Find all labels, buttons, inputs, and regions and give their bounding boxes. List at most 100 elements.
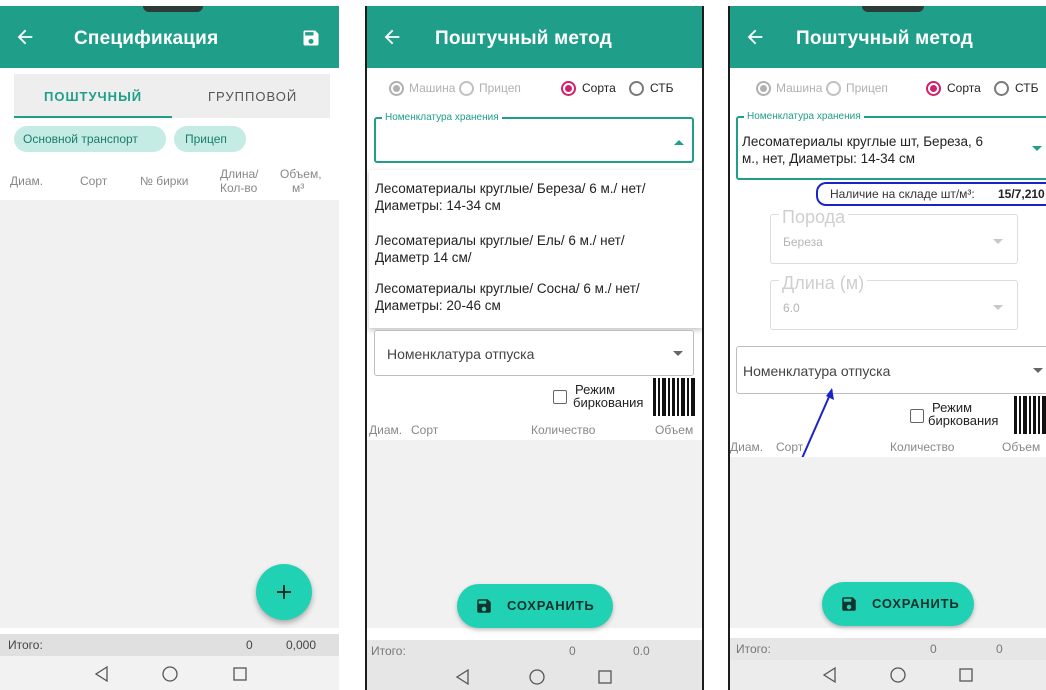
value-line: Лесоматериалы круглые шт, Береза, 6 [742, 134, 983, 149]
screen-specification: Спецификация ПОШТУЧНЫЙ ГРУППОВОЙ Основно… [0, 6, 339, 690]
tagging-mode-line: биркования [928, 413, 999, 428]
chip-main-transport[interactable]: Основной транспорт [14, 126, 166, 152]
radio-stb[interactable] [994, 81, 1009, 96]
totals-label: Итого: [8, 638, 43, 652]
stock-highlight: Наличие на складе шт/м³: 15/7,210 [816, 182, 1046, 206]
totals-label: Итого: [371, 644, 406, 658]
option-line: Лесоматериалы круглые/ Сосна/ 6 м./ нет/ [375, 281, 640, 296]
option-pine[interactable]: Лесоматериалы круглые/ Сосна/ 6 м./ нет/… [375, 280, 640, 314]
column-sort: Сорт [80, 174, 108, 188]
breed-value: Береза [783, 235, 823, 249]
back-arrow-icon[interactable] [744, 26, 766, 48]
nav-recents-icon[interactable] [595, 667, 615, 687]
column-diameter: Диам. [730, 440, 764, 454]
nav-home-icon[interactable] [527, 667, 547, 687]
radio-trailer[interactable] [459, 81, 474, 96]
radio-stb-label: СТБ [650, 81, 674, 95]
nav-recents-icon[interactable] [230, 664, 250, 684]
storage-options-list: Лесоматериалы круглые/ Береза/ 6 м./ нет… [369, 170, 702, 328]
column-volume-unit: м³ [292, 181, 305, 195]
dropdown-arrow-icon [1033, 368, 1043, 373]
stock-label: Наличие на складе шт/м³: [830, 187, 975, 201]
stock-value: 15/7,210 [998, 187, 1045, 201]
app-bar: Поштучный метод [730, 6, 1046, 68]
dropdown-arrow-icon [993, 239, 1003, 244]
column-quantity: Количество [531, 423, 596, 437]
column-volume: Объем [655, 423, 694, 437]
column-volume: Объем [1002, 440, 1041, 454]
length-field[interactable]: Длина (м) 6.0 [770, 273, 1018, 330]
tagging-mode-checkbox[interactable] [553, 390, 567, 404]
tagging-mode-label: Режим биркования [928, 401, 998, 427]
totals-volume: 0,000 [286, 638, 317, 652]
tab-indicator [14, 116, 172, 118]
tab-group[interactable]: ГРУППОВОЙ [172, 74, 330, 118]
save-label: СОХРАНИТЬ [872, 596, 960, 611]
storage-nomenclature-select[interactable]: Номенклатура хранения Лесоматериалы круг… [736, 111, 1046, 180]
page-title: Поштучный метод [435, 28, 612, 49]
nav-back-icon[interactable] [92, 664, 112, 684]
nav-back-icon[interactable] [453, 667, 473, 687]
release-nomenclature-select[interactable]: Номенклатура отпуска [374, 330, 694, 376]
option-birch[interactable]: Лесоматериалы круглые/ Береза/ 6 м./ нет… [375, 180, 645, 214]
radio-trailer-label: Прицеп [846, 81, 888, 95]
release-nomenclature-select[interactable]: Номенклатура отпуска [736, 346, 1046, 394]
dropdown-arrow-icon [1032, 146, 1042, 151]
screen-individual-method-selected: Поштучный метод Машина Прицеп Сорта СТБ … [728, 6, 1046, 690]
column-sort: Сорт [411, 423, 439, 437]
column-volume: Объем, [280, 167, 322, 181]
radio-sorts[interactable] [561, 81, 576, 96]
nav-home-icon[interactable] [160, 664, 180, 684]
back-arrow-icon[interactable] [381, 26, 403, 48]
save-label: СОХРАНИТЬ [507, 598, 595, 613]
totals-bar: Итого: 0 0.0 [367, 640, 702, 662]
radio-car[interactable] [389, 81, 404, 96]
storage-nomenclature-legend: Номенклатура хранения [744, 111, 864, 122]
tabs-bar: ПОШТУЧНЫЙ ГРУППОВОЙ [14, 74, 330, 118]
save-icon [477, 599, 491, 613]
radio-trailer[interactable] [826, 81, 841, 96]
nav-recents-icon[interactable] [956, 665, 976, 685]
totals-label: Итого: [736, 642, 771, 656]
radio-sorts[interactable] [926, 81, 941, 96]
page-title: Поштучный метод [796, 28, 973, 49]
back-arrow-icon[interactable] [14, 26, 36, 48]
radio-car[interactable] [756, 81, 771, 96]
breed-field[interactable]: Порода Береза [770, 207, 1018, 264]
option-line: Лесоматериалы круглые/ Береза/ 6 м./ нет… [375, 181, 646, 196]
radio-sorts-label: Сорта [947, 81, 981, 95]
tab-individual[interactable]: ПОШТУЧНЫЙ [14, 74, 172, 118]
breed-label: Порода [779, 207, 849, 228]
radio-stb[interactable] [629, 81, 644, 96]
option-line: Диаметры: 14-34 см [375, 198, 501, 213]
column-count: Кол-во [220, 181, 258, 195]
nav-home-icon[interactable] [888, 665, 908, 685]
save-button[interactable]: СОХРАНИТЬ [822, 582, 974, 626]
option-spruce[interactable]: Лесоматериалы круглые/ Ель/ 6 м./ нет/ Д… [375, 232, 625, 266]
barcode-icon[interactable] [653, 378, 697, 416]
chip-label: Основной транспорт [23, 132, 138, 146]
camera-notch [143, 6, 203, 12]
save-icon[interactable] [301, 28, 321, 48]
storage-nomenclature-value: Лесоматериалы круглые шт, Береза, 6 м., … [742, 133, 983, 167]
tagging-mode-checkbox[interactable] [910, 409, 924, 423]
tagging-mode-line: биркования [573, 395, 644, 410]
add-button[interactable] [256, 564, 312, 620]
option-line: Лесоматериалы круглые/ Ель/ 6 м./ нет/ [375, 233, 625, 248]
radio-sorts-label: Сорта [582, 81, 616, 95]
chip-trailer[interactable]: Прицеп [174, 126, 246, 152]
nav-back-icon[interactable] [820, 665, 840, 685]
app-bar: Поштучный метод [367, 6, 702, 68]
tab-label: ПОШТУЧНЫЙ [44, 89, 143, 104]
storage-nomenclature-select[interactable]: Номенклатура хранения [374, 112, 694, 163]
system-nav-bar [730, 660, 1046, 690]
app-bar: Спецификация [0, 6, 339, 68]
tagging-mode-label: Режим биркования [573, 383, 643, 409]
dropdown-arrow-icon [993, 305, 1003, 310]
save-button[interactable]: СОХРАНИТЬ [457, 584, 613, 628]
storage-nomenclature-legend: Номенклатура хранения [382, 112, 502, 123]
column-sort: Сорт [776, 440, 804, 454]
barcode-icon[interactable] [1014, 396, 1046, 434]
option-line: Диаметр 14 см/ [375, 250, 472, 265]
totals-count: 0 [569, 644, 576, 658]
